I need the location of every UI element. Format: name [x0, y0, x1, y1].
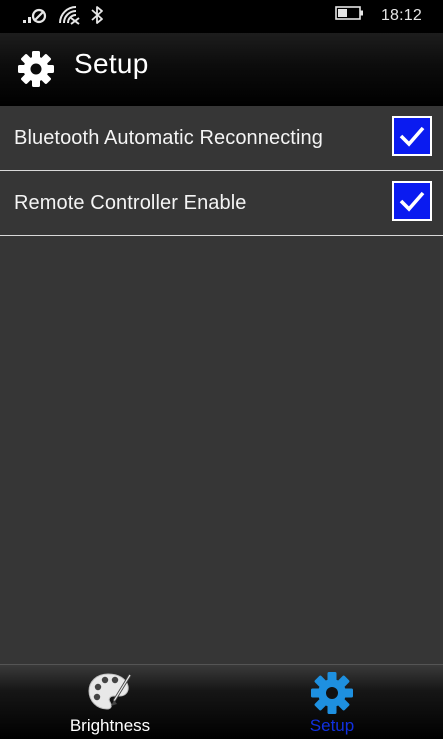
- bluetooth-reconnect-checkbox[interactable]: [392, 116, 432, 156]
- signal-no-sim-icon: [22, 6, 48, 29]
- bottom-nav: Brightness Setup: [0, 664, 443, 739]
- battery-icon: [335, 5, 365, 26]
- tab-brightness[interactable]: Brightness: [30, 665, 190, 739]
- page-title: Setup: [74, 48, 149, 79]
- tab-setup[interactable]: Setup: [252, 665, 412, 739]
- status-bar: 18:12: [0, 0, 443, 33]
- gear-icon: [310, 671, 354, 720]
- setting-label: Bluetooth Automatic Reconnecting: [14, 127, 323, 149]
- page-header: Setup: [0, 33, 443, 106]
- palette-icon: [86, 671, 134, 718]
- clock: 18:12: [380, 6, 422, 24]
- tab-label: Setup: [309, 716, 355, 735]
- setting-label: Remote Controller Enable: [14, 192, 247, 214]
- setting-row-bluetooth-reconnect[interactable]: Bluetooth Automatic Reconnecting: [0, 106, 443, 171]
- checkmark-icon: [399, 126, 425, 147]
- wifi-icon: [58, 5, 80, 30]
- tab-label: Brightness: [69, 716, 151, 735]
- setting-row-remote-controller[interactable]: Remote Controller Enable: [0, 171, 443, 236]
- checkmark-icon: [399, 191, 425, 212]
- gear-icon: [17, 50, 55, 88]
- bluetooth-icon: [90, 5, 104, 30]
- remote-controller-checkbox[interactable]: [392, 181, 432, 221]
